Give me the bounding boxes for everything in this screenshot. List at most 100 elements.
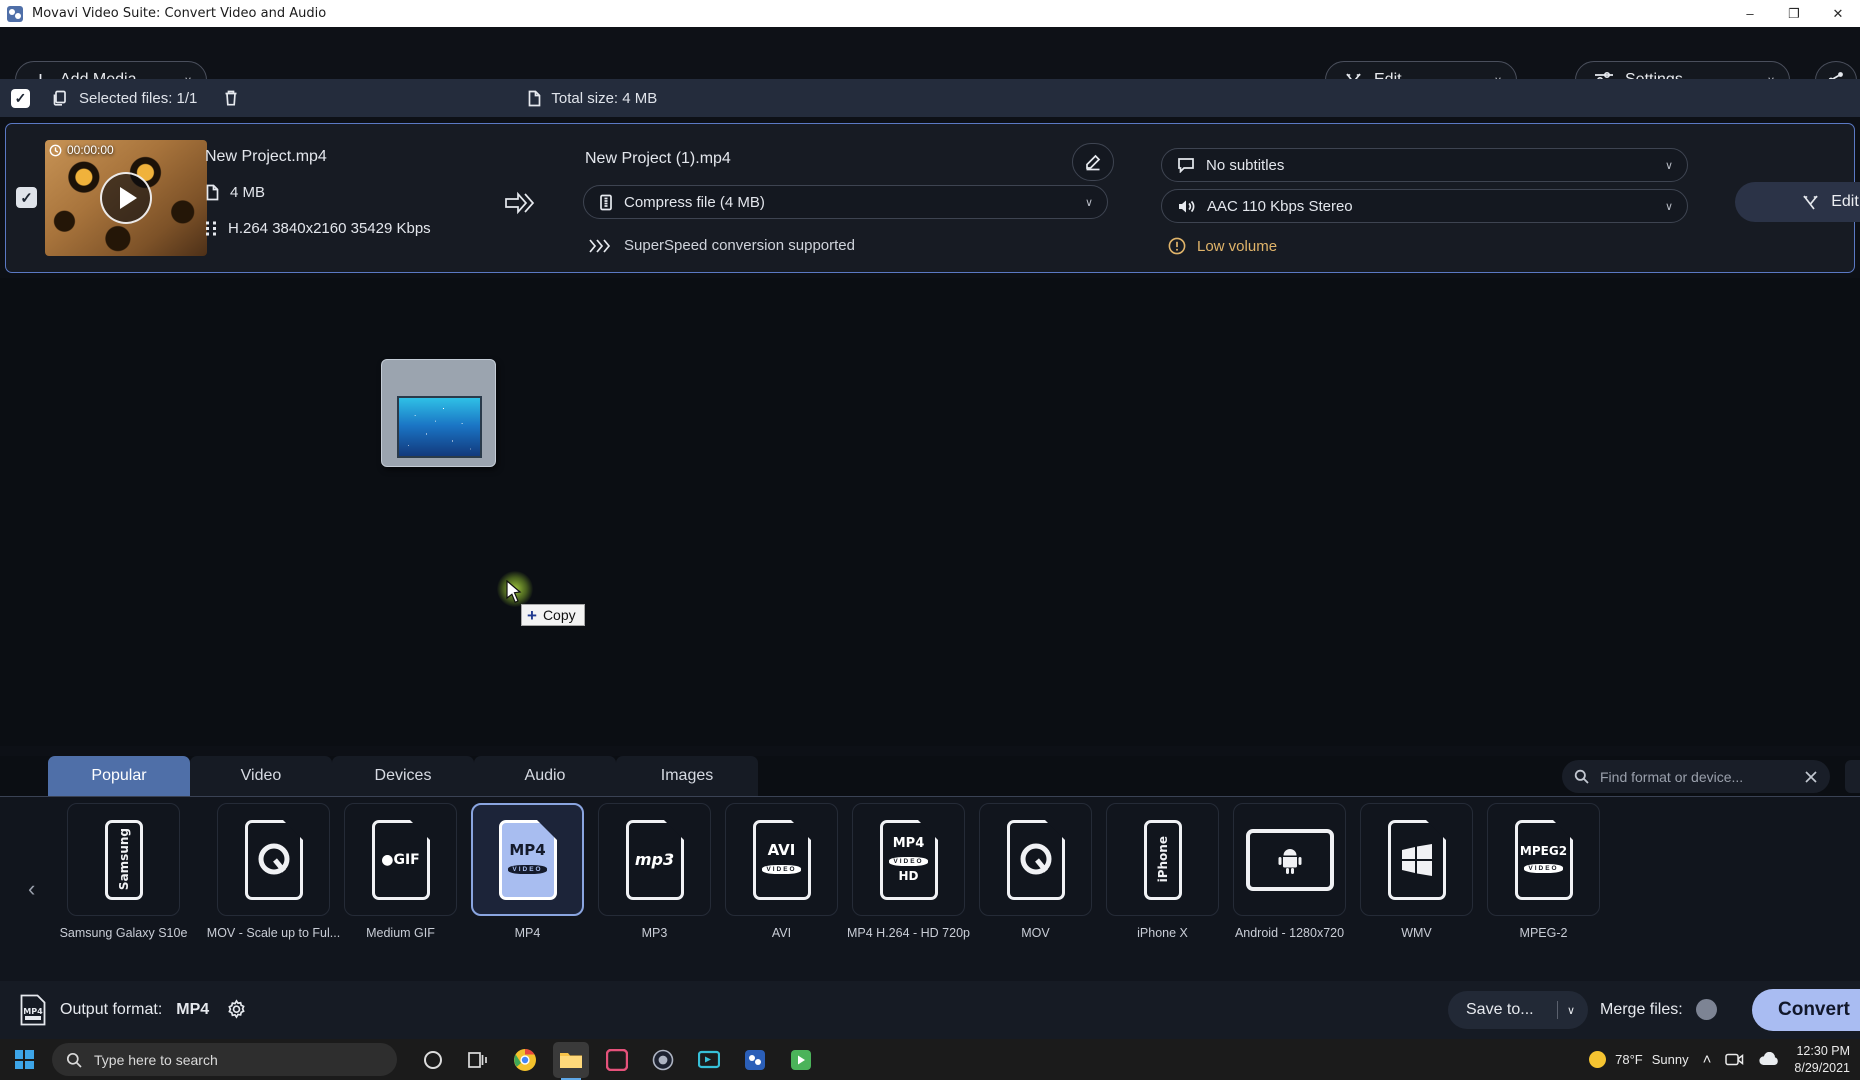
preset-tile: iPhone xyxy=(1106,803,1219,916)
duration-badge: 00:00:00 xyxy=(49,143,114,157)
pencil-icon xyxy=(1084,153,1102,171)
save-to-label: Save to... xyxy=(1466,1001,1534,1018)
video-thumbnail[interactable]: 00:00:00 xyxy=(45,140,207,256)
file-explorer-icon[interactable] xyxy=(553,1041,589,1080)
search-icon xyxy=(66,1052,82,1068)
mp4hd-sub2-glyph: HD xyxy=(898,869,919,883)
movavi-icon[interactable] xyxy=(783,1042,819,1078)
merge-files-toggle[interactable]: Merge files: xyxy=(1600,999,1717,1020)
preset-label: Samsung Galaxy S10e xyxy=(59,926,188,940)
top-toolbar: Add Media ∨ Edit ∨ Setti xyxy=(0,27,1860,99)
superspeed-icon xyxy=(588,238,610,254)
file-icon xyxy=(205,184,220,201)
tab-devices[interactable]: Devices xyxy=(332,756,474,796)
preset-samsung-galaxy-s10e[interactable]: Samsung Samsung Galaxy S10e xyxy=(60,798,187,958)
gear-icon[interactable] xyxy=(223,997,249,1023)
window-titlebar: Movavi Video Suite: Convert Video and Au… xyxy=(0,0,1860,27)
weather-widget[interactable]: 78°F Sunny xyxy=(1589,1051,1689,1068)
mp4-hd-file-icon: MP4 VIDEO HD xyxy=(879,819,938,900)
merge-files-label: Merge files: xyxy=(1600,1000,1683,1018)
film-icon xyxy=(205,220,218,237)
preset-tile xyxy=(1360,803,1473,916)
taskbar-search-input[interactable]: Type here to search xyxy=(52,1043,397,1076)
preset-iphone-x[interactable]: iPhone iPhone X xyxy=(1099,798,1226,958)
tab-images[interactable]: Images xyxy=(616,756,758,796)
svg-text:MP4: MP4 xyxy=(23,1007,43,1016)
source-codec-info: H.264 3840x2160 35429 Kbps xyxy=(205,220,431,237)
cloud-icon[interactable] xyxy=(1758,1052,1780,1067)
output-file-name: New Project (1).mp4 xyxy=(585,150,731,167)
preset-mp4-h264-hd720p[interactable]: MP4 VIDEO HD MP4 H.264 - HD 720p xyxy=(845,798,972,958)
low-volume-text: Low volume xyxy=(1197,237,1278,255)
android-tablet-icon xyxy=(1245,828,1334,891)
taskbar-clock[interactable]: 12:30 PM 8/29/2021 xyxy=(1794,1043,1850,1077)
samsung-phone-icon: Samsung xyxy=(104,819,143,900)
screen-recorder-icon[interactable] xyxy=(691,1042,727,1078)
chrome-icon[interactable] xyxy=(507,1042,543,1078)
mp4-sub-glyph: VIDEO xyxy=(508,865,547,874)
minimize-button[interactable]: – xyxy=(1728,0,1772,27)
gif-icon: ●GIF xyxy=(371,819,430,900)
preset-mpeg2[interactable]: MPEG2 VIDEO MPEG-2 xyxy=(1480,798,1607,958)
preset-tile: mp3 xyxy=(598,803,711,916)
edit-output-name-button[interactable] xyxy=(1072,143,1114,181)
tab-video[interactable]: Video xyxy=(190,756,332,796)
selected-files-label: Selected files: 1/1 xyxy=(79,89,198,107)
selected-files-info: Selected files: 1/1 xyxy=(52,89,239,107)
low-volume-warning: Low volume xyxy=(1168,237,1277,255)
avi-file-icon: AVI VIDEO xyxy=(752,819,811,900)
save-to-button[interactable]: Save to... ∨ xyxy=(1448,991,1588,1029)
preset-mp3[interactable]: mp3 MP3 xyxy=(591,798,718,958)
play-button[interactable] xyxy=(100,172,152,224)
tab-popular[interactable]: Popular xyxy=(48,756,190,796)
close-icon[interactable] xyxy=(1804,770,1818,784)
preset-wmv[interactable]: WMV xyxy=(1353,798,1480,958)
quicktime-icon xyxy=(1006,819,1065,900)
file-checkbox[interactable]: ✓ xyxy=(16,187,37,208)
drop-zone[interactable] xyxy=(0,278,1860,746)
cortana-icon[interactable] xyxy=(415,1042,451,1078)
preset-mp4[interactable]: MP4 VIDEO MP4 xyxy=(464,798,591,958)
preset-medium-gif[interactable]: ●GIF Medium GIF xyxy=(337,798,464,958)
file-edit-button[interactable]: Edit xyxy=(1735,182,1860,222)
trash-icon[interactable] xyxy=(223,89,239,107)
source-codec-text: H.264 3840x2160 35429 Kbps xyxy=(228,220,431,237)
compress-file-select[interactable]: Compress file (4 MB) ∨ xyxy=(583,185,1108,219)
clock-icon xyxy=(49,144,62,157)
preset-mov[interactable]: MOV xyxy=(972,798,1099,958)
preset-avi[interactable]: AVI VIDEO AVI xyxy=(718,798,845,958)
audio-label: AAC 110 Kbps Stereo xyxy=(1207,197,1353,215)
audio-select[interactable]: AAC 110 Kbps Stereo ∨ xyxy=(1161,189,1688,223)
avi-glyph: AVI xyxy=(767,841,796,859)
total-size-label: Total size: 4 MB xyxy=(551,89,658,107)
preset-label: MP3 xyxy=(641,926,668,940)
format-search-box[interactable]: Find format or device... xyxy=(1562,760,1830,793)
tray-expand-icon[interactable]: ˄ xyxy=(1703,1051,1712,1068)
blue-app-icon[interactable] xyxy=(737,1042,773,1078)
subtitles-select[interactable]: No subtitles ∨ xyxy=(1161,148,1688,182)
preset-tile xyxy=(1233,803,1346,916)
windows-taskbar: Type here to search 78°F Sunny ˄ 12:30 P… xyxy=(0,1039,1860,1080)
mpeg2-sub-glyph: VIDEO xyxy=(1524,863,1563,873)
preset-mov-scale-up[interactable]: MOV - Scale up to Ful... xyxy=(207,798,340,958)
close-button[interactable]: ✕ xyxy=(1816,0,1860,27)
dragged-file-thumbnail[interactable] xyxy=(381,359,496,467)
screen-share-icon[interactable] xyxy=(1725,1052,1744,1067)
merge-files-knob[interactable] xyxy=(1695,999,1717,1020)
convert-button[interactable]: Convert xyxy=(1752,989,1860,1031)
tab-audio[interactable]: Audio xyxy=(474,756,616,796)
scroll-left-button[interactable]: ‹ xyxy=(28,876,35,902)
chevron-down-icon: ∨ xyxy=(1084,196,1093,209)
preset-android-1280x720[interactable]: Android - 1280x720 xyxy=(1226,798,1353,958)
preset-label: WMV xyxy=(1401,926,1432,940)
dragged-file-preview xyxy=(397,396,482,458)
select-all-checkbox[interactable]: ✓ xyxy=(11,88,30,108)
format-panel-extra-button[interactable] xyxy=(1845,760,1860,793)
preset-label: MOV - Scale up to Ful... xyxy=(206,926,341,940)
app-pink-icon[interactable] xyxy=(599,1042,635,1078)
restore-button[interactable]: ❐ xyxy=(1772,0,1816,27)
camera-icon[interactable] xyxy=(645,1042,681,1078)
windows-start-icon[interactable] xyxy=(0,1039,48,1080)
task-view-icon[interactable] xyxy=(461,1042,497,1078)
mp3-glyph: mp3 xyxy=(634,849,675,869)
